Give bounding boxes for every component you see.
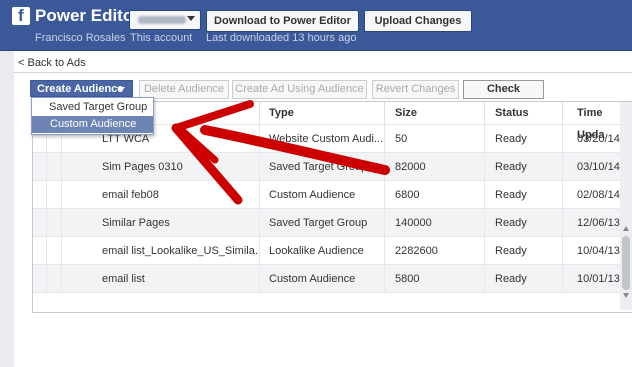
table-row[interactable]: email list Custom Audience 5800 Ready 10… bbox=[33, 264, 632, 293]
cell-status: Ready bbox=[485, 265, 563, 293]
row-checkbox[interactable] bbox=[33, 237, 47, 265]
cell-size: 6800 bbox=[385, 181, 485, 209]
row-checkbox[interactable] bbox=[33, 209, 47, 237]
app-title: Power Editor bbox=[35, 6, 140, 25]
download-button[interactable]: Download to Power Editor bbox=[206, 10, 359, 32]
cell-status: Ready bbox=[485, 209, 563, 237]
column-header-type[interactable]: Type bbox=[260, 102, 385, 124]
chevron-down-icon bbox=[117, 87, 125, 92]
cell-type: Custom Audience bbox=[260, 265, 385, 293]
table-row[interactable]: email list_Lookalike_US_Simila... Lookal… bbox=[33, 236, 632, 265]
menu-item-custom-audience[interactable]: Custom Audience bbox=[32, 116, 153, 133]
cell-size: 140000 bbox=[385, 209, 485, 237]
menu-item-saved-target-group[interactable]: Saved Target Group bbox=[32, 99, 153, 116]
check-updates-button[interactable]: Check Updates bbox=[463, 80, 544, 112]
cell-status: Ready bbox=[485, 125, 563, 153]
cell-name: Similar Pages bbox=[62, 209, 260, 237]
cell-size: 5800 bbox=[385, 265, 485, 293]
create-ad-using-audience-button[interactable]: Create Ad Using Audience bbox=[232, 80, 367, 99]
row-checkbox[interactable] bbox=[33, 153, 47, 181]
row-flag bbox=[47, 237, 62, 265]
table-row[interactable]: email feb08 Custom Audience 6800 Ready 0… bbox=[33, 180, 632, 209]
user-name: Francisco Rosales bbox=[35, 32, 126, 44]
cell-size: 50 bbox=[385, 125, 485, 153]
column-header-size[interactable]: Size bbox=[385, 102, 485, 124]
table-row-empty bbox=[33, 292, 632, 312]
cell-status: Ready bbox=[485, 153, 563, 181]
row-flag bbox=[47, 265, 62, 293]
create-audience-menu: Saved Target Group Custom Audience bbox=[31, 97, 154, 135]
back-to-ads-link[interactable]: < Back to Ads bbox=[18, 57, 86, 69]
cell-name: email feb08 bbox=[62, 181, 260, 209]
column-header-status[interactable]: Status bbox=[485, 102, 563, 124]
left-rail bbox=[0, 51, 14, 367]
cell-status: Ready bbox=[485, 237, 563, 265]
scroll-down-icon[interactable] bbox=[623, 293, 629, 298]
cell-type: Custom Audience bbox=[260, 181, 385, 209]
account-id-blurred bbox=[138, 16, 186, 24]
cell-type: Website Custom Audi... bbox=[260, 125, 385, 153]
scroll-up-icon[interactable] bbox=[623, 226, 629, 231]
upload-changes-button[interactable]: Upload Changes bbox=[364, 10, 472, 32]
scrollbar-thumb[interactable] bbox=[622, 236, 630, 290]
cell-type: Lookalike Audience bbox=[260, 237, 385, 265]
facebook-logo-icon: f bbox=[12, 6, 30, 25]
table-row[interactable]: Similar Pages Saved Target Group 140000 … bbox=[33, 208, 632, 237]
revert-changes-button[interactable]: Revert Changes bbox=[372, 80, 459, 99]
cell-name: Sim Pages 0310 bbox=[62, 153, 260, 181]
account-select[interactable] bbox=[129, 10, 201, 30]
cell-name: email list bbox=[62, 265, 260, 293]
chevron-down-icon bbox=[187, 16, 195, 21]
create-audience-label: Create Audience bbox=[37, 83, 124, 95]
row-flag bbox=[47, 209, 62, 237]
cell-type: Saved Target Group bbox=[260, 209, 385, 237]
row-flag bbox=[47, 153, 62, 181]
account-label: This account bbox=[130, 32, 193, 44]
cell-type: Saved Target Group bbox=[260, 153, 385, 181]
row-checkbox[interactable] bbox=[33, 181, 47, 209]
cell-status: Ready bbox=[485, 181, 563, 209]
top-bar: f Power Editor Francisco Rosales This ac… bbox=[0, 0, 632, 51]
cell-size: 2282600 bbox=[385, 237, 485, 265]
table-row[interactable]: Sim Pages 0310 Saved Target Group 82000 … bbox=[33, 152, 632, 181]
cell-size: 82000 bbox=[385, 153, 485, 181]
divider bbox=[14, 72, 632, 73]
cell-name: email list_Lookalike_US_Simila... bbox=[62, 237, 260, 265]
create-audience-button[interactable]: Create Audience bbox=[30, 80, 133, 97]
last-downloaded-status: Last downloaded 13 hours ago bbox=[206, 32, 357, 44]
row-checkbox[interactable] bbox=[33, 265, 47, 293]
row-flag bbox=[47, 181, 62, 209]
